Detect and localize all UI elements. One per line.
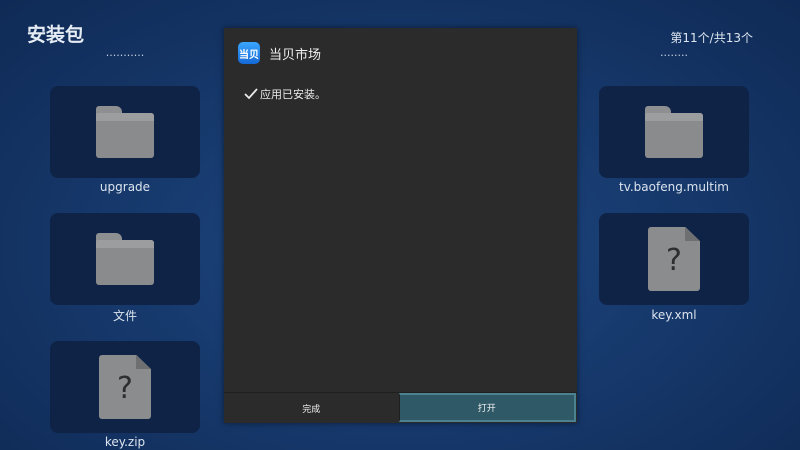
file-tile-key-xml[interactable]: ? [599, 213, 749, 305]
folder-icon [96, 233, 154, 285]
folder-icon [645, 106, 703, 158]
page-counter: 第11个/共13个 [670, 31, 753, 45]
status-text: 应用已安装。 [260, 88, 326, 101]
file-tile-key-zip[interactable]: ? [50, 341, 200, 433]
page-title: 安装包 [27, 24, 85, 46]
tile-label: key.zip [104, 435, 146, 449]
folder-icon [96, 106, 154, 158]
open-button[interactable]: 打开 [398, 393, 576, 422]
dialog-header: 当贝 当贝市场 [238, 41, 321, 65]
folder-tile-baofeng[interactable] [599, 86, 749, 178]
dialog-footer: 完成 打开 [224, 392, 577, 423]
clipped-item-label: ........... [105, 52, 145, 59]
done-button[interactable]: 完成 [224, 393, 399, 423]
tile-label: key.xml [651, 308, 697, 322]
folder-tile-files[interactable] [50, 213, 200, 305]
install-dialog: 当贝 当贝市场 应用已安装。 完成 打开 [224, 28, 577, 423]
tile-label: 文件 [112, 309, 137, 323]
tile-label: upgrade [99, 180, 151, 194]
app-name: 当贝市场 [269, 47, 322, 63]
unknown-file-icon: ? [99, 355, 151, 419]
check-icon [244, 88, 258, 100]
tile-label: tv.baofeng.multim [618, 180, 729, 194]
folder-tile-upgrade[interactable] [50, 86, 200, 178]
clipped-item-label: ........ [660, 52, 688, 59]
unknown-file-icon: ? [648, 227, 700, 291]
app-icon: 当贝 [238, 42, 260, 64]
install-status: 应用已安装。 [244, 86, 326, 102]
